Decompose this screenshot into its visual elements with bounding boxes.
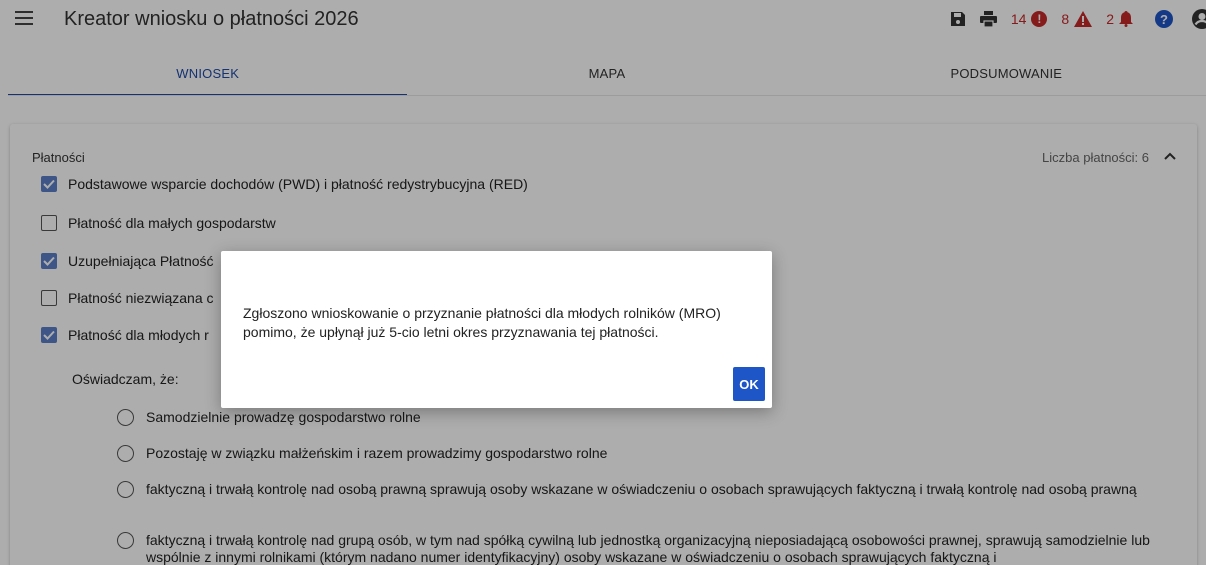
alert-dialog: Zgłoszono wnioskowanie o przyznanie płat… — [221, 251, 772, 408]
ok-button[interactable]: OK — [733, 367, 765, 401]
dialog-message: Zgłoszono wnioskowanie o przyznanie płat… — [243, 305, 721, 340]
